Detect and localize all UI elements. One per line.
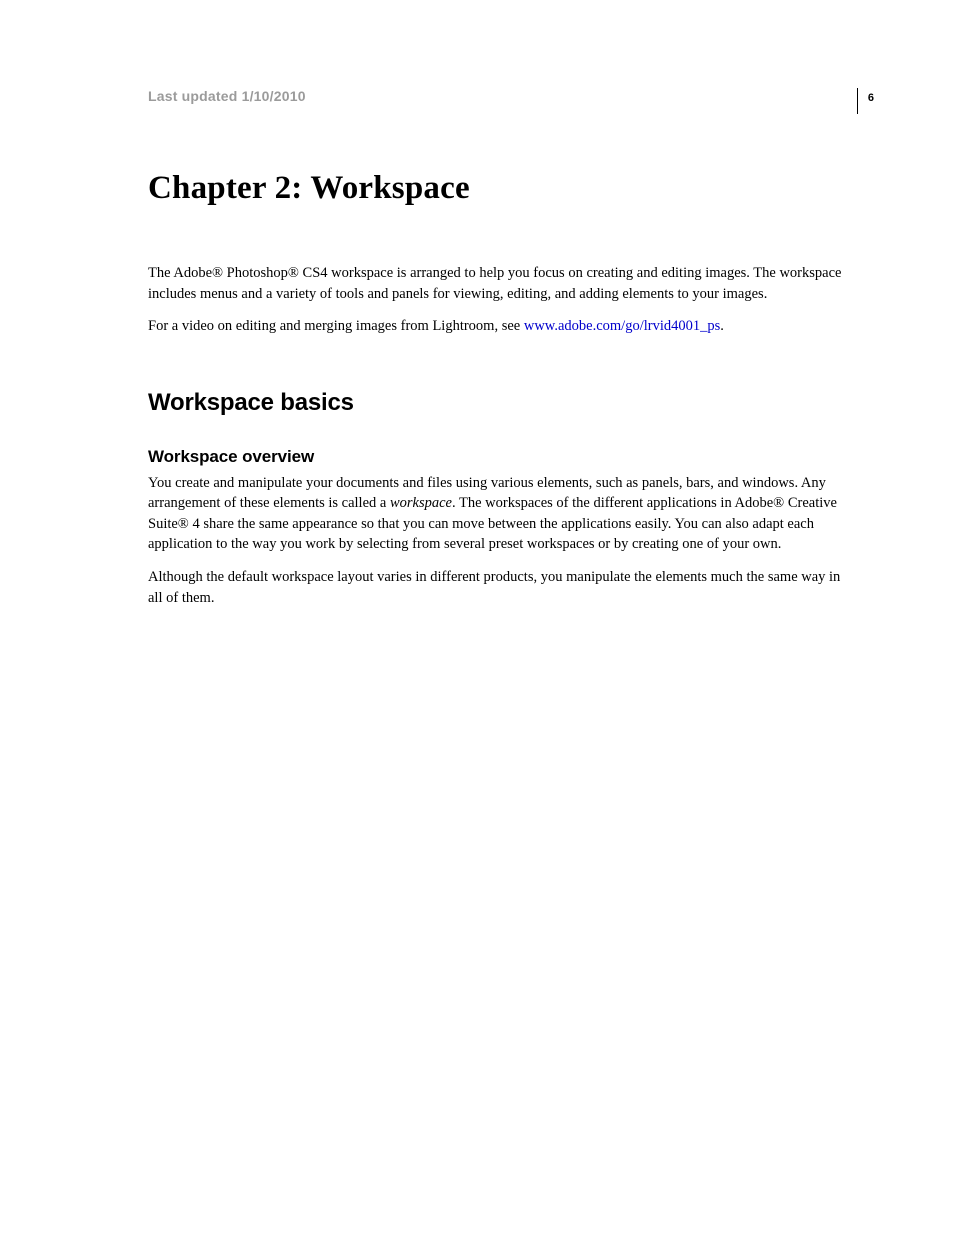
intro-para2-prefix: For a video on editing and merging image… <box>148 318 524 334</box>
page-number-box: 6 <box>857 88 874 114</box>
intro-para2-suffix: . <box>720 318 724 334</box>
last-updated-label: Last updated 1/10/2010 <box>148 88 306 104</box>
section-heading-workspace-basics: Workspace basics <box>148 389 844 417</box>
page-container: Last updated 1/10/2010 6 Chapter 2: Work… <box>0 0 954 608</box>
overview-paragraph-2: Although the default workspace layout va… <box>148 567 844 608</box>
chapter-title: Chapter 2: Workspace <box>148 170 844 207</box>
subsection-heading-workspace-overview: Workspace overview <box>148 447 844 467</box>
overview-p1-italic: workspace <box>390 495 452 511</box>
video-link[interactable]: www.adobe.com/go/lrvid4001_ps <box>524 318 720 334</box>
intro-paragraph-2: For a video on editing and merging image… <box>148 316 844 337</box>
intro-paragraph-1: The Adobe® Photoshop® CS4 workspace is a… <box>148 263 844 304</box>
header-row: Last updated 1/10/2010 6 <box>148 88 844 114</box>
page-number: 6 <box>868 92 874 104</box>
overview-paragraph-1: You create and manipulate your documents… <box>148 473 844 555</box>
